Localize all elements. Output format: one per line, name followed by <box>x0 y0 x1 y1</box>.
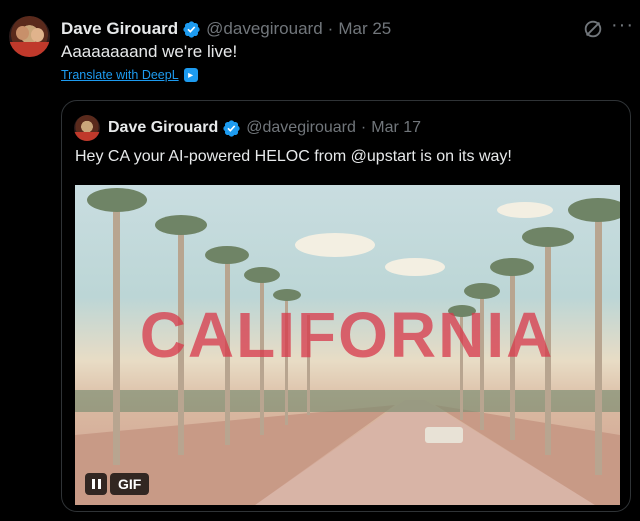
translate-label[interactable]: Translate with DeepL <box>61 68 179 82</box>
separator-dot: · <box>327 19 334 38</box>
verified-badge-icon <box>183 20 200 38</box>
quote-author-handle[interactable]: @davegirouard <box>246 119 356 137</box>
gif-media[interactable]: CALIFORNIA GIF <box>75 185 620 505</box>
author-avatar[interactable] <box>9 16 50 57</box>
quote-separator-dot: · <box>360 119 367 136</box>
quote-text: Hey CA your AI-powered HELOC from @upsta… <box>75 148 512 165</box>
tweet-date[interactable]: Mar 25 <box>338 19 391 39</box>
quote-author-name[interactable]: Dave Girouard <box>108 119 218 137</box>
more-options-icon[interactable]: ··· <box>611 15 633 39</box>
california-overlay-text: CALIFORNIA <box>140 299 555 371</box>
tweet-header: Dave Girouard @davegirouard · Mar 25 <box>61 18 391 40</box>
author-name[interactable]: Dave Girouard <box>61 19 178 39</box>
tweet-text: Aaaaaaaand we're live! <box>61 42 238 61</box>
deepl-icon: ▸ <box>183 68 198 82</box>
grok-icon[interactable] <box>582 18 604 40</box>
quoted-tweet[interactable]: Dave Girouard @davegirouard · Mar 17 Hey… <box>61 100 631 512</box>
quote-verified-badge-icon <box>223 119 240 137</box>
author-handle[interactable]: @davegirouard <box>206 19 323 39</box>
quote-header: Dave Girouard @davegirouard · Mar 17 <box>108 117 421 139</box>
gif-controls: GIF <box>85 473 150 495</box>
palm-road-scene: CALIFORNIA <box>75 188 620 505</box>
pause-icon[interactable] <box>85 473 107 495</box>
gif-badge: GIF <box>110 473 150 495</box>
quote-author-avatar[interactable] <box>74 115 100 141</box>
quote-date[interactable]: Mar 17 <box>371 119 421 137</box>
translate-link[interactable]: Translate with DeepL ▸ <box>61 68 198 82</box>
